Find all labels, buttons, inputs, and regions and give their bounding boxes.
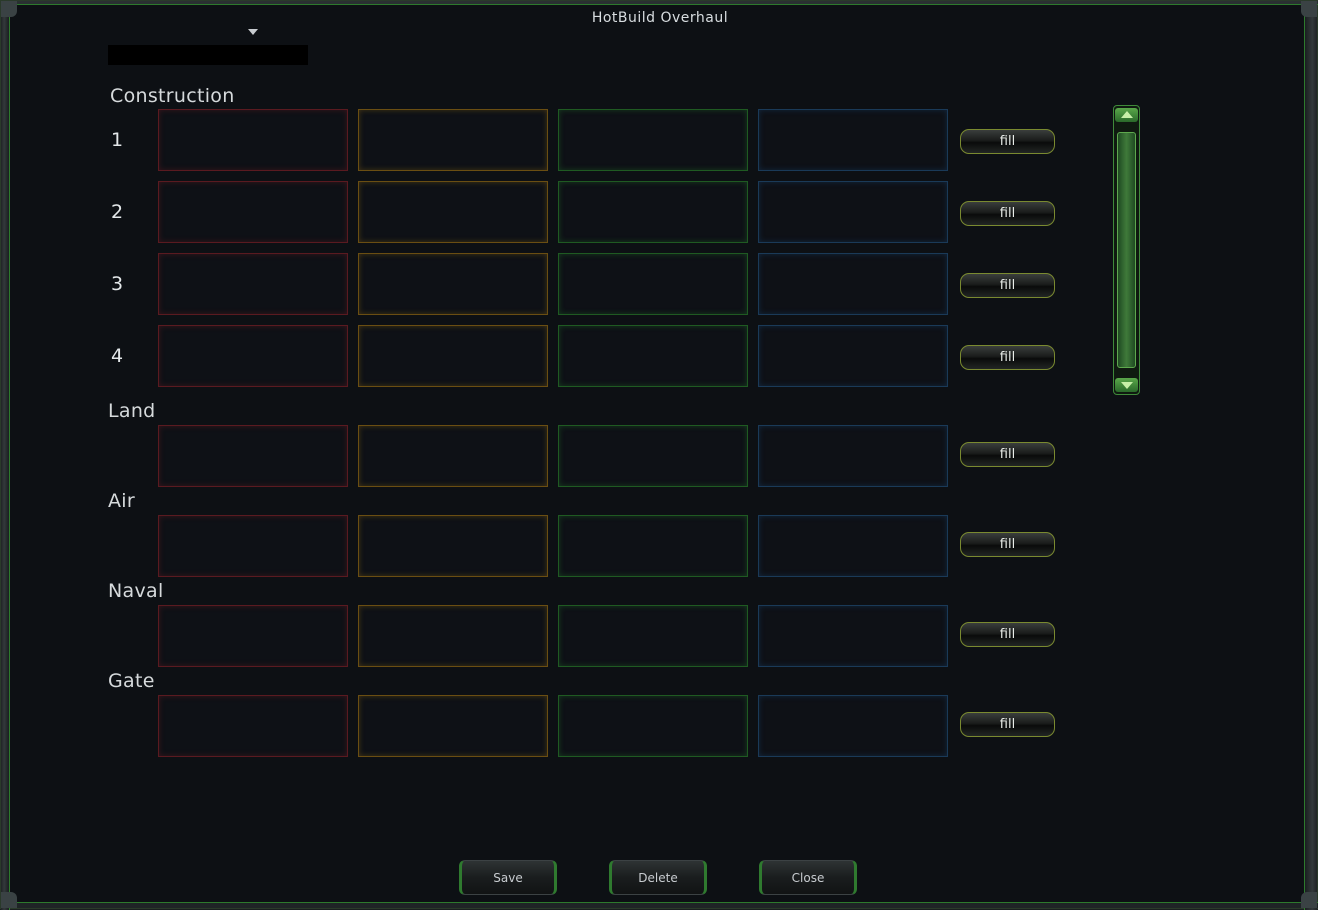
section-label-air: Air	[108, 490, 135, 512]
slot-gate-red[interactable]	[158, 695, 348, 757]
slot-construction-3-green[interactable]	[558, 253, 748, 315]
window-frame-left	[1, 1, 10, 910]
slot-gate-yellow[interactable]	[358, 695, 548, 757]
slot-naval-yellow[interactable]	[358, 605, 548, 667]
fill-button-construction-1[interactable]: fill	[960, 129, 1055, 154]
slot-construction-1-blue[interactable]	[758, 109, 948, 171]
slot-construction-2-red[interactable]	[158, 181, 348, 243]
row-number: 3	[111, 273, 124, 295]
row-number: 2	[111, 201, 124, 223]
slot-construction-2-green[interactable]	[558, 181, 748, 243]
row-number: 4	[111, 345, 124, 367]
section-label-gate: Gate	[108, 670, 155, 692]
arrow-up-icon[interactable]	[1115, 108, 1138, 122]
window-frame-right	[1304, 1, 1317, 910]
fill-button-gate[interactable]: fill	[960, 712, 1055, 737]
slot-construction-4-yellow[interactable]	[358, 325, 548, 387]
slot-air-green[interactable]	[558, 515, 748, 577]
fill-button-land[interactable]: fill	[960, 442, 1055, 467]
slot-gate-green[interactable]	[558, 695, 748, 757]
slot-gate-blue[interactable]	[758, 695, 948, 757]
slot-air-red[interactable]	[158, 515, 348, 577]
window-frame-top	[1, 1, 1318, 5]
fill-button-air[interactable]: fill	[960, 532, 1055, 557]
slot-air-yellow[interactable]	[358, 515, 548, 577]
slot-land-yellow[interactable]	[358, 425, 548, 487]
slot-construction-1-green[interactable]	[558, 109, 748, 171]
section-label-construction: Construction	[110, 85, 235, 107]
fill-button-naval[interactable]: fill	[960, 622, 1055, 647]
slot-construction-2-yellow[interactable]	[358, 181, 548, 243]
hotbuild-window: HotBuild Overhaul Construction 1 fill 2 …	[0, 0, 1318, 910]
slot-land-blue[interactable]	[758, 425, 948, 487]
chevron-down-icon[interactable]	[248, 29, 258, 35]
slot-construction-1-red[interactable]	[158, 109, 348, 171]
close-button[interactable]: Close	[759, 860, 857, 895]
window-frame-bottom	[1, 902, 1318, 908]
save-button[interactable]: Save	[459, 860, 557, 895]
slot-construction-1-yellow[interactable]	[358, 109, 548, 171]
slot-air-blue[interactable]	[758, 515, 948, 577]
vertical-scrollbar[interactable]	[1113, 105, 1140, 395]
slot-construction-4-blue[interactable]	[758, 325, 948, 387]
window-corner	[1301, 892, 1317, 908]
slot-construction-2-blue[interactable]	[758, 181, 948, 243]
delete-button[interactable]: Delete	[609, 860, 707, 895]
layout-name-field[interactable]	[108, 45, 308, 65]
fill-button-construction-4[interactable]: fill	[960, 345, 1055, 370]
section-label-land: Land	[108, 400, 156, 422]
scrollbar-thumb[interactable]	[1117, 132, 1136, 368]
slot-naval-green[interactable]	[558, 605, 748, 667]
section-label-naval: Naval	[108, 580, 164, 602]
fill-button-construction-3[interactable]: fill	[960, 273, 1055, 298]
fill-button-construction-2[interactable]: fill	[960, 201, 1055, 226]
slot-construction-4-red[interactable]	[158, 325, 348, 387]
slot-construction-3-yellow[interactable]	[358, 253, 548, 315]
window-corner	[1, 892, 17, 908]
slot-land-red[interactable]	[158, 425, 348, 487]
slot-construction-3-red[interactable]	[158, 253, 348, 315]
arrow-down-icon[interactable]	[1115, 378, 1138, 392]
slot-construction-4-green[interactable]	[558, 325, 748, 387]
window-title: HotBuild Overhaul	[591, 10, 729, 26]
slot-land-green[interactable]	[558, 425, 748, 487]
slot-naval-blue[interactable]	[758, 605, 948, 667]
row-number: 1	[111, 129, 124, 151]
slot-construction-3-blue[interactable]	[758, 253, 948, 315]
slot-naval-red[interactable]	[158, 605, 348, 667]
